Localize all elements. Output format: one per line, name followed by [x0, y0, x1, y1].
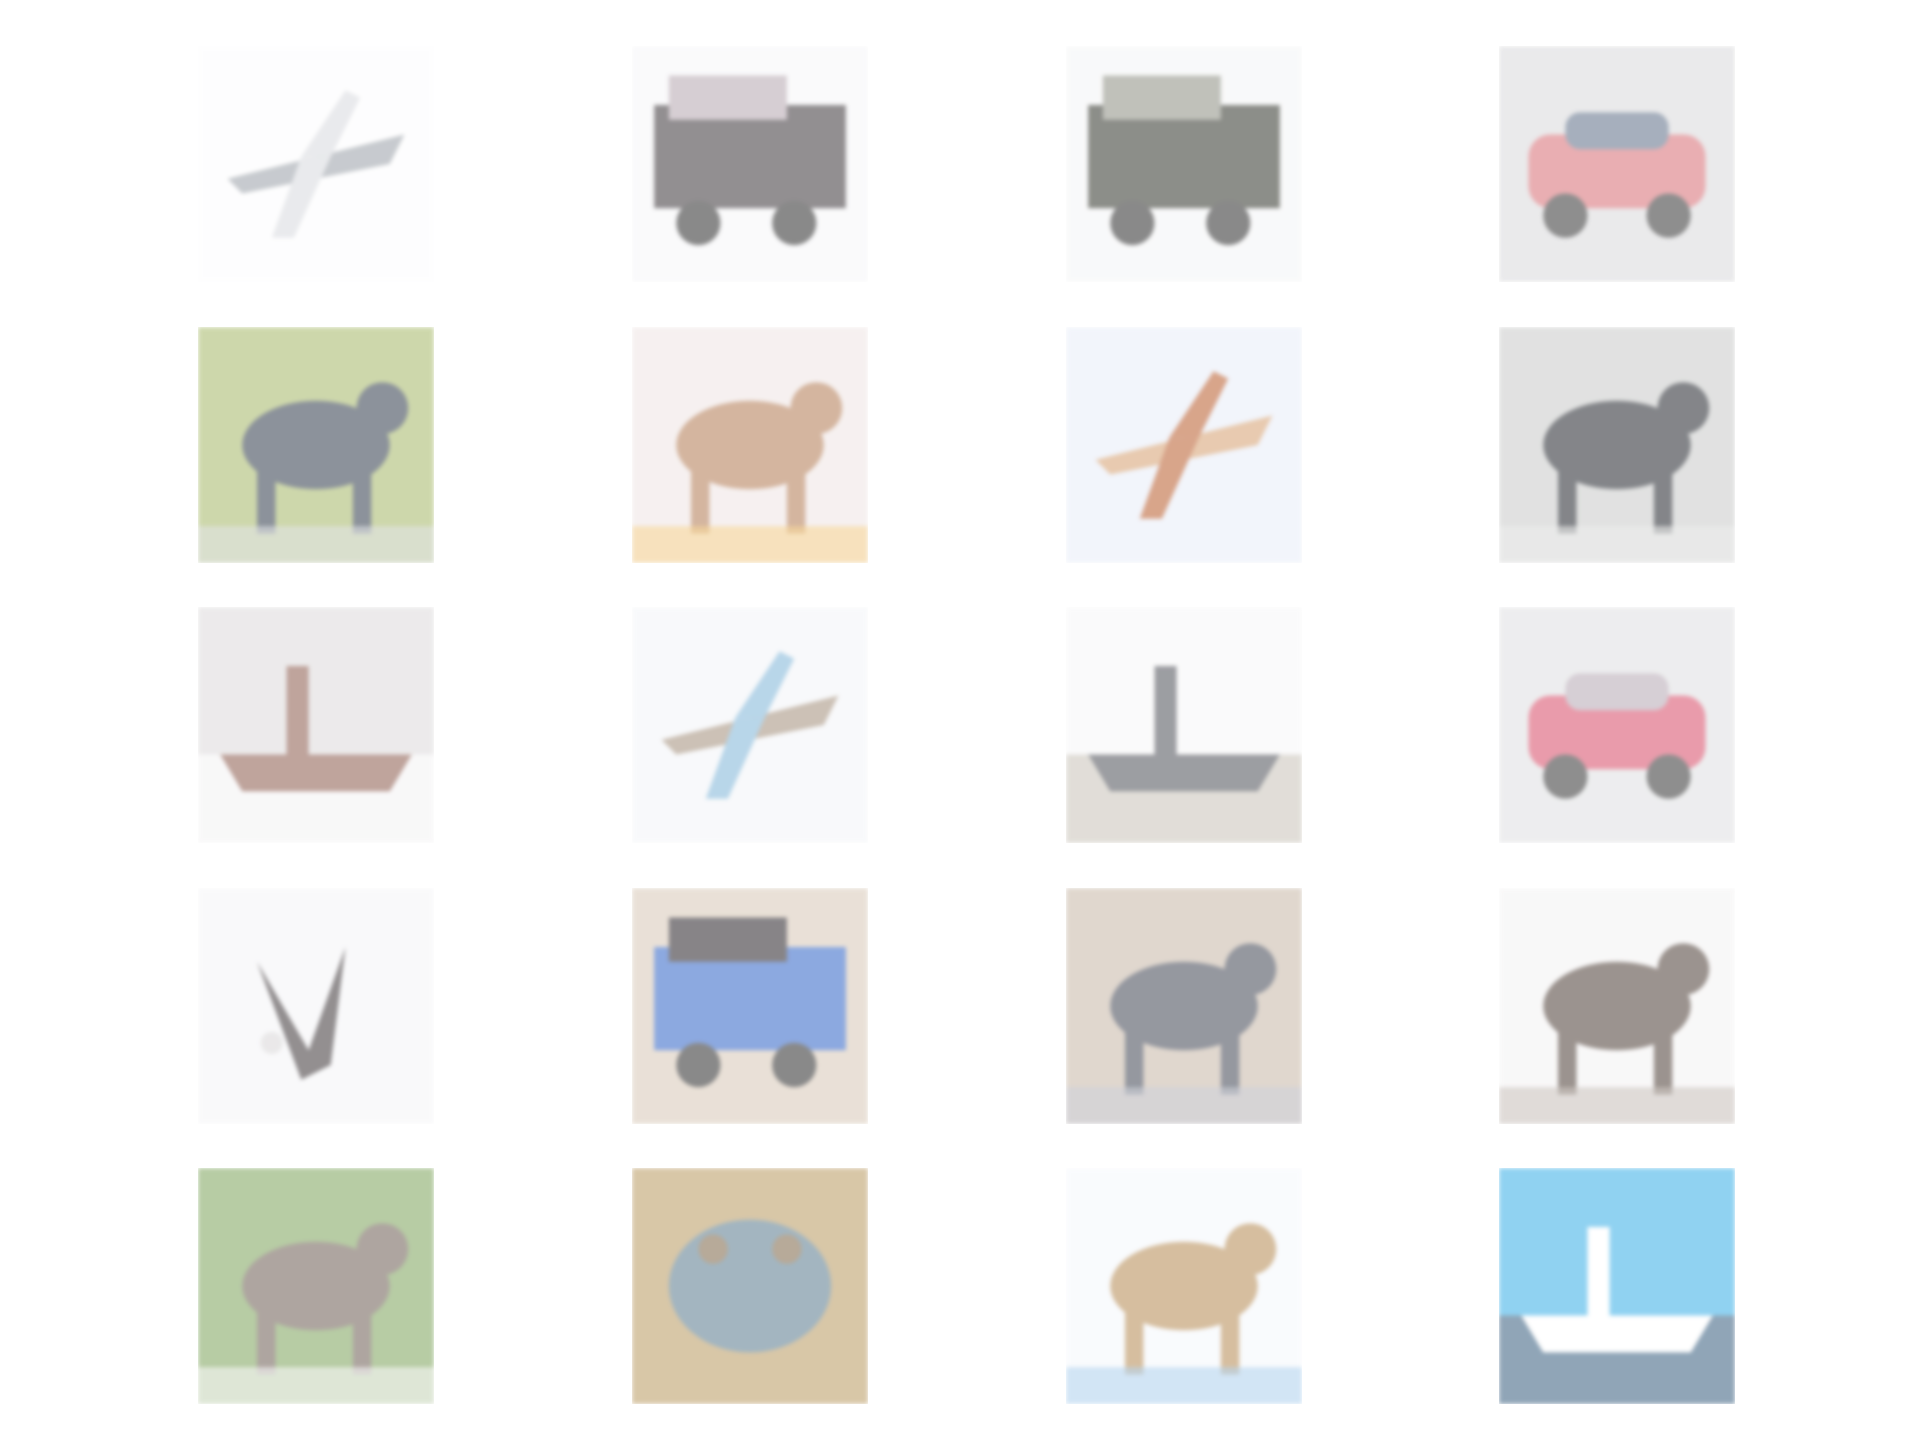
thumbnail-deer-image [1499, 888, 1735, 1124]
thumbnail-boat-image [198, 607, 434, 843]
thumbnail-car-image [1499, 607, 1735, 843]
thumbnail-horses-image [1499, 327, 1735, 563]
thumbnail-bird-image [198, 888, 434, 1124]
thumbnail-elephant-image [1066, 888, 1302, 1124]
thumbnail-car-image [1499, 46, 1735, 282]
thumbnail-helicopter-image [198, 46, 434, 282]
thumbnail-dog-image [632, 327, 868, 563]
thumbnail-horse-image [198, 327, 434, 563]
thumbnail-truck-image [632, 888, 868, 1124]
thumbnail-ship-image [1499, 1168, 1735, 1404]
thumbnail-airplane-image [1066, 327, 1302, 563]
thumbnail-jeep-image [1066, 46, 1302, 282]
image-grid [0, 0, 1920, 1440]
thumbnail-ships-image [1066, 607, 1302, 843]
thumbnail-cat-image [1066, 1168, 1302, 1404]
thumbnail-airplane-image [632, 607, 868, 843]
thumbnail-frog-image [632, 1168, 868, 1404]
thumbnail-truck-image [632, 46, 868, 282]
thumbnail-deer-image [198, 1168, 434, 1404]
